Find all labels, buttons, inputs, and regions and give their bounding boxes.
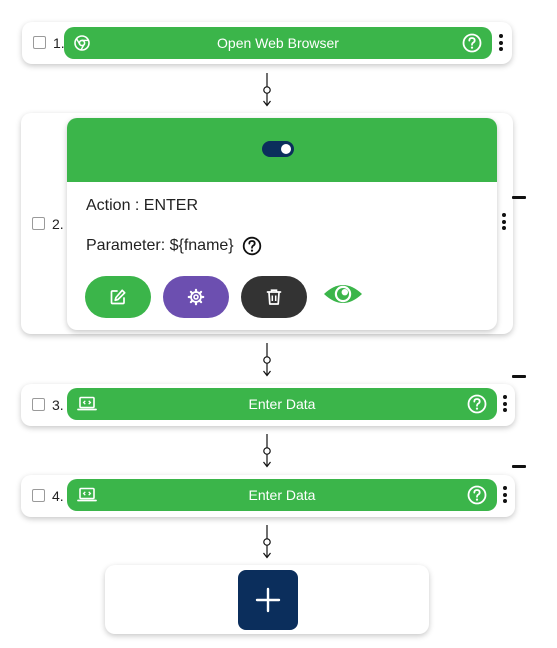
add-step-button[interactable] (238, 570, 298, 630)
step-4-pill[interactable]: Enter Data (67, 479, 497, 511)
parameter-row: Parameter: ${fname} (86, 236, 262, 256)
step-3-checkbox[interactable] (32, 398, 45, 411)
step-4-card: 4. Enter Data (21, 475, 515, 517)
step-2-toggle[interactable] (262, 141, 294, 157)
step-3-number: 3. (52, 397, 64, 413)
view-button[interactable] (322, 280, 364, 308)
step-2-checkbox[interactable] (32, 217, 45, 230)
connector-arrow (263, 434, 271, 468)
step-2-number: 2. (52, 216, 64, 232)
collapse-indicator (512, 465, 526, 468)
add-step-card (105, 565, 429, 634)
step-1-more-menu[interactable] (499, 34, 503, 51)
step-4-more-menu[interactable] (503, 486, 507, 503)
help-icon[interactable] (242, 236, 262, 256)
step-1-label: Open Web Browser (217, 35, 339, 51)
step-2-more-menu[interactable] (502, 213, 506, 230)
help-icon[interactable] (467, 394, 487, 414)
toggle-knob (281, 144, 291, 154)
step-1-card: 1. Open Web Browser (22, 22, 512, 64)
laptop-code-icon (77, 396, 97, 412)
trash-icon (266, 289, 282, 305)
plus-icon (255, 587, 281, 613)
edit-button[interactable] (85, 276, 151, 318)
step-4-checkbox[interactable] (32, 489, 45, 502)
connector-arrow (263, 343, 271, 377)
step-3-more-menu[interactable] (503, 395, 507, 412)
settings-button[interactable] (163, 276, 229, 318)
action-label: Action : ENTER (86, 197, 199, 214)
step-3-label: Enter Data (248, 396, 316, 412)
step-2-detail-panel: Action : ENTER Parameter: ${fname} (67, 118, 497, 330)
help-icon[interactable] (462, 33, 482, 53)
delete-button[interactable] (241, 276, 307, 318)
step-4-number: 4. (52, 488, 64, 504)
collapse-indicator (512, 375, 526, 378)
edit-icon (110, 289, 126, 305)
step-4-label: Enter Data (248, 487, 316, 503)
step-3-card: 3. Enter Data (21, 384, 515, 426)
collapse-indicator (512, 196, 526, 199)
laptop-code-icon (77, 487, 97, 503)
step-1-pill[interactable]: Open Web Browser (64, 27, 492, 59)
eye-icon (324, 285, 362, 303)
connector-arrow (263, 525, 271, 559)
connector-arrow (263, 73, 271, 107)
step-1-number: 1. (53, 35, 65, 51)
chrome-icon (74, 35, 90, 51)
gear-icon (187, 288, 205, 306)
step-1-checkbox[interactable] (33, 36, 46, 49)
step-3-pill[interactable]: Enter Data (67, 388, 497, 420)
help-icon[interactable] (467, 485, 487, 505)
parameter-label: Parameter: ${fname} (86, 237, 234, 254)
